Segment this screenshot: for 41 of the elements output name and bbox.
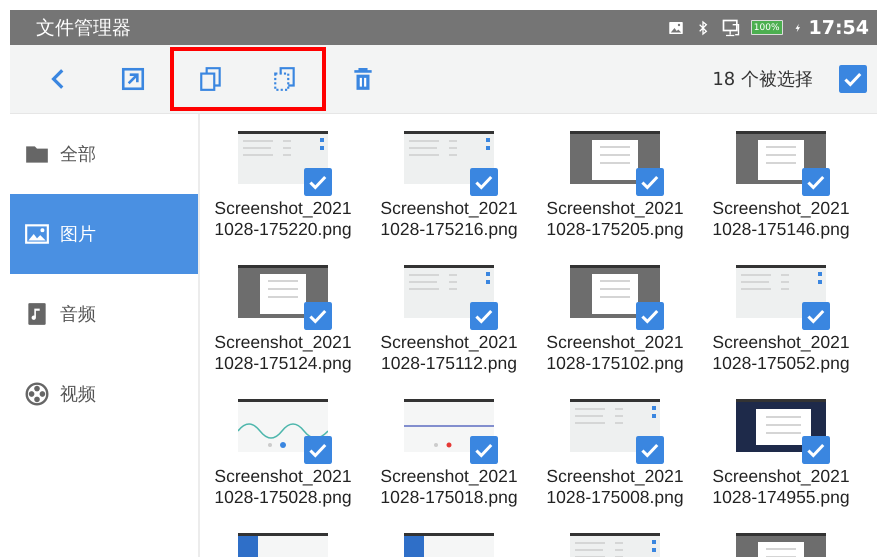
sidebar-label: 音频 [60,303,96,326]
file-name: Screenshot_2021 1028-175028.png [214,466,352,508]
sidebar-item[interactable]: 全部 [10,114,198,194]
file-checkbox[interactable] [636,436,664,464]
file-name: Screenshot_2021 1028-175205.png [546,198,684,240]
battery-indicator: 100% [750,20,783,35]
sidebar-label: 全部 [60,143,96,166]
copy-icon [198,66,224,92]
monitor-icon [720,18,741,38]
file-name: Screenshot_2021 1028-175124.png [214,332,352,374]
file-checkbox[interactable] [304,436,332,464]
file-name: Screenshot_2021 1028-175052.png [712,332,850,374]
file-checkbox[interactable] [304,168,332,196]
sidebar-item[interactable]: 视频 [10,354,198,434]
select-all-checkbox[interactable] [839,65,867,93]
selection-count: 18 个被选择 [712,68,813,91]
file-name: Screenshot_2021 1028-175146.png [712,198,850,240]
file-checkbox[interactable] [802,436,830,464]
sidebar-item[interactable]: 音频 [10,274,198,354]
file-checkbox[interactable] [636,168,664,196]
file-checkbox[interactable] [802,168,830,196]
file-checkbox[interactable] [470,168,498,196]
file-name: Screenshot_2021 1028-174955.png [712,466,850,508]
sidebar-label: 图片 [60,223,96,246]
sidebar-label: 视频 [60,383,96,406]
file-checkbox[interactable] [304,302,332,330]
file-name: Screenshot_2021 1028-175220.png [214,198,352,240]
file-checkbox[interactable] [636,302,664,330]
file-name: Screenshot_2021 1028-175018.png [380,466,518,508]
file-checkbox[interactable] [470,302,498,330]
clock-time: 17:54 [808,16,869,38]
file-name: Screenshot_2021 1028-175102.png [546,332,684,374]
file-checkbox[interactable] [802,302,830,330]
app-title: 文件管理器 [36,16,132,40]
dotted-copy-icon [272,66,298,92]
file-name: Screenshot_2021 1028-175008.png [546,466,684,508]
external-link-icon [120,66,146,92]
file-checkbox[interactable] [470,436,498,464]
file-name: Screenshot_2021 1028-175112.png [380,332,518,374]
file-name: Screenshot_2021 1028-175216.png [380,198,518,240]
film-reel-icon [24,381,50,407]
